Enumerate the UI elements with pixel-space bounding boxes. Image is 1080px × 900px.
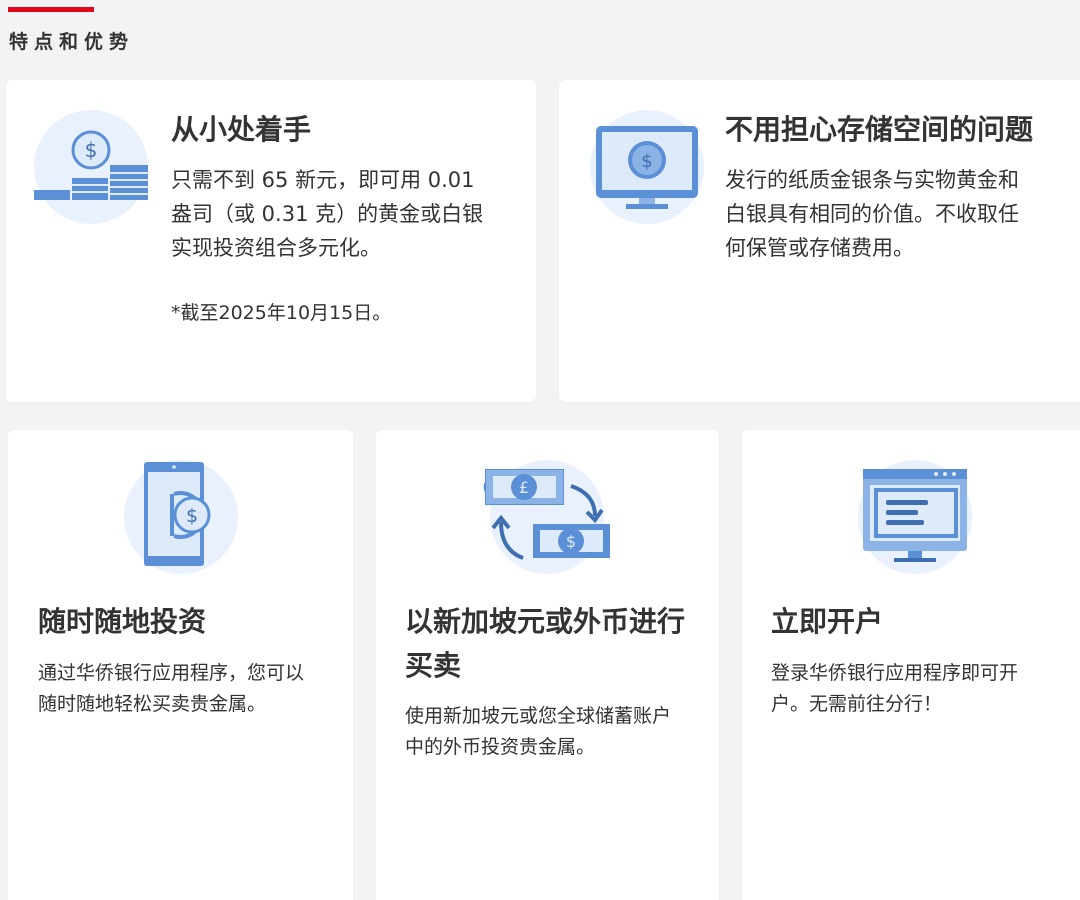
card-description: 登录华侨银行应用程序即可开 户。无需前往分行！ — [771, 658, 1018, 720]
desc-line: 何保管或存储费用。 — [725, 236, 914, 260]
card-description: 使用新加坡元或您全球储蓄账户 中的外币投资贵金属。 — [405, 701, 671, 763]
svg-text:£: £ — [519, 478, 529, 497]
feature-card-open-account: 立即开户 登录华侨银行应用程序即可开 户。无需前往分行！ — [742, 430, 1080, 900]
title-line: 买卖 — [405, 649, 462, 682]
section-accent-bar — [8, 7, 94, 12]
svg-text:$: $ — [85, 138, 98, 162]
feature-card-no-storage: $ 不用担心存储空间的问题 发行的纸质金银条与实物黄金和 白银具有相同的价值。不… — [559, 80, 1080, 402]
monitor-dollar-icon: $ — [588, 108, 706, 226]
card-title: 从小处着手 — [171, 113, 312, 146]
card-description: 发行的纸质金银条与实物黄金和 白银具有相同的价值。不收取任 何保管或存储费用。 — [725, 163, 1019, 265]
desc-line: 使用新加坡元或您全球储蓄账户 — [405, 705, 672, 727]
feature-card-start-small: $ 从小处着手 只需不到 65 新元，即可用 0.01 盎司（或 0.31 克）… — [6, 80, 536, 402]
desc-line: 发行的纸质金银条与实物黄金和 — [725, 168, 1019, 192]
svg-text:$: $ — [566, 532, 576, 551]
desc-line: 随时随地轻松买卖贵金属。 — [38, 693, 267, 715]
desc-line: 通过华侨银行应用程序，您可以 — [38, 662, 305, 684]
feature-card-currency-trade: £ $ 以新加坡元或外币进行 买卖 使用新加坡元或您全球储蓄账户 中的外币投资贵… — [376, 430, 719, 900]
feature-card-invest-anywhere: $ 随时随地投资 通过华侨银行应用程序，您可以 随时随地轻松买卖贵金属。 — [8, 430, 353, 900]
features-section: 特点和优势 $ 从小处着手 只需不到 65 新元，即可用 0.01 盎司（或 0… — [0, 0, 1080, 900]
card-title: 不用担心存储空间的问题 — [725, 113, 1034, 146]
card-description: 只需不到 65 新元，即可用 0.01 盎司（或 0.31 克）的黄金或白银 实… — [171, 163, 483, 265]
card-description: 通过华侨银行应用程序，您可以 随时随地轻松买卖贵金属。 — [38, 658, 304, 720]
desc-line: 只需不到 65 新元，即可用 0.01 — [171, 168, 475, 192]
desc-line: 盎司（或 0.31 克）的黄金或白银 — [171, 202, 484, 226]
card-title: 随时随地投资 — [38, 605, 207, 638]
coin-stacks-icon: $ — [32, 108, 150, 226]
desktop-app-icon — [856, 458, 974, 576]
desc-line: 登录华侨银行应用程序即可开 — [771, 662, 1019, 684]
desc-line: 实现投资组合多元化。 — [171, 236, 381, 260]
desc-line: 中的外币投资贵金属。 — [405, 736, 596, 758]
currency-exchange-icon: £ $ — [483, 458, 611, 576]
svg-text:$: $ — [641, 151, 652, 172]
section-title: 特点和优势 — [9, 31, 135, 53]
card-footnote: *截至2025年10月15日。 — [171, 302, 392, 324]
desc-line: 白银具有相同的价值。不收取任 — [725, 202, 1019, 226]
svg-text:$: $ — [186, 505, 198, 527]
card-title: 以新加坡元或外币进行 买卖 — [405, 600, 685, 688]
card-title: 立即开户 — [771, 605, 884, 638]
title-line: 以新加坡元或外币进行 — [405, 605, 686, 638]
phone-dollar-icon: $ — [122, 458, 240, 576]
desc-line: 户。无需前往分行！ — [771, 693, 943, 715]
